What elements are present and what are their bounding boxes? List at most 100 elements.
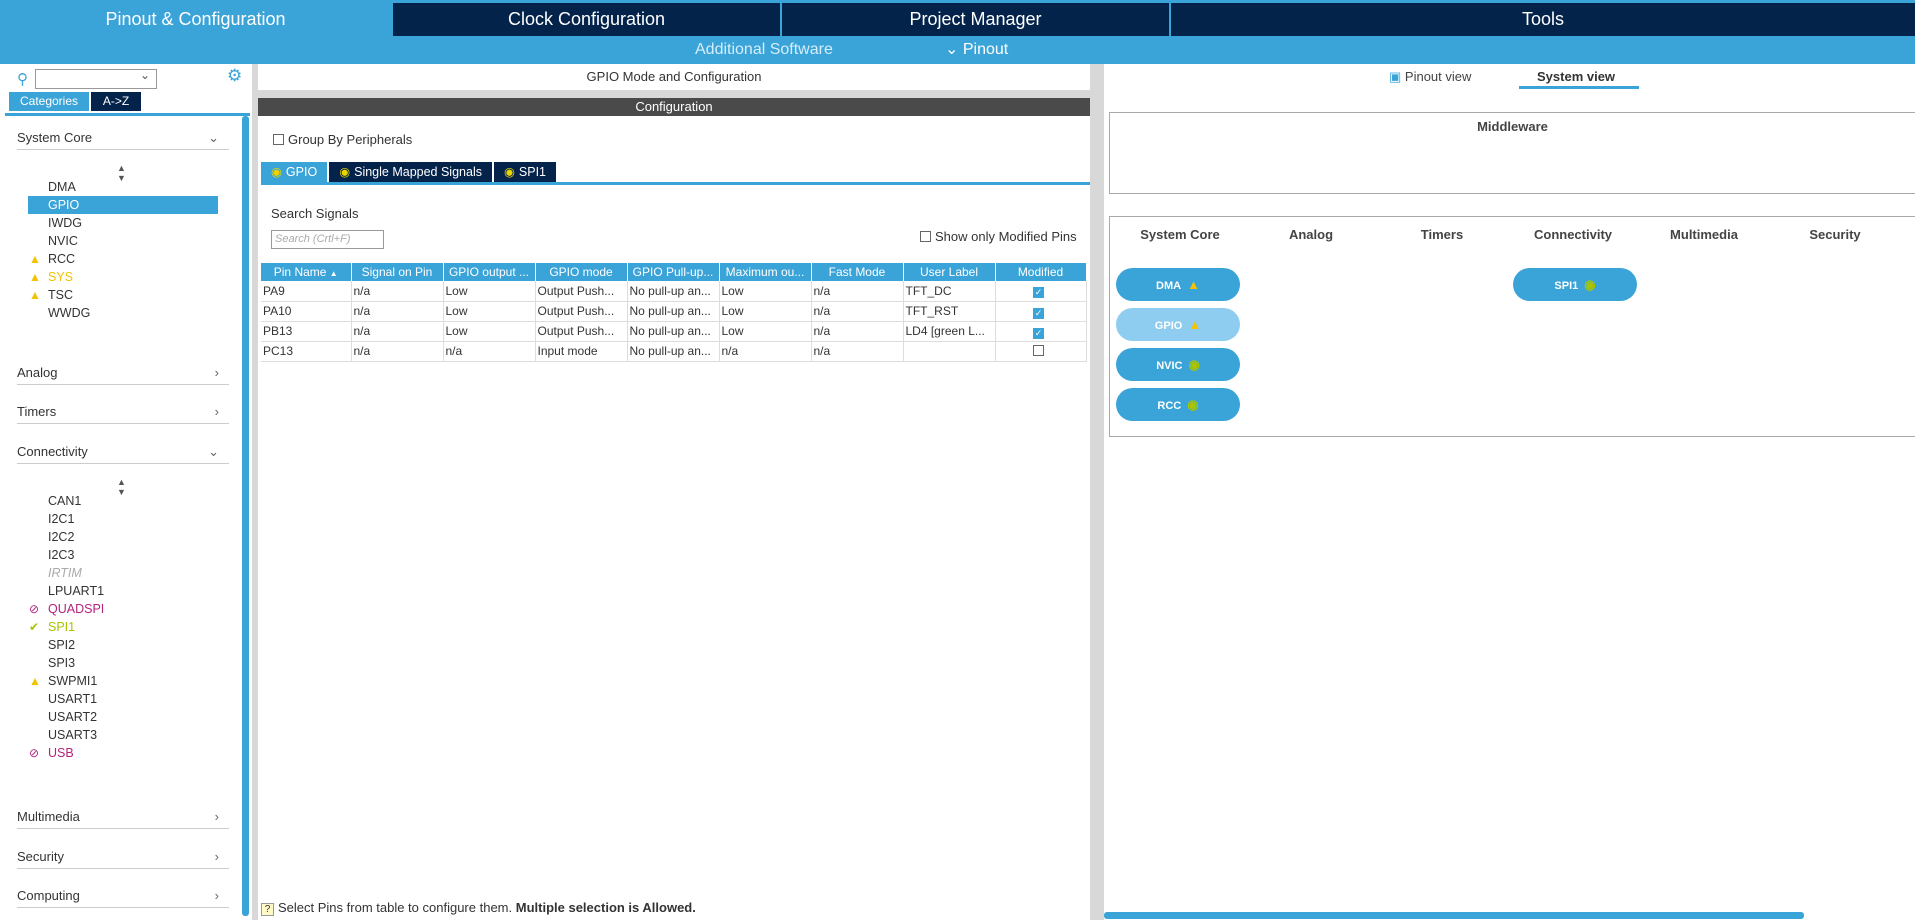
modified-checkbox[interactable] (1033, 345, 1044, 356)
list-item-nvic[interactable]: NVIC (28, 232, 218, 250)
cell: PA10 (261, 301, 352, 322)
tab-tools[interactable]: Tools (1171, 3, 1915, 36)
additional-software-link[interactable]: Additional Software (695, 36, 833, 64)
cell: Output Push... (535, 321, 628, 342)
modified-checkbox[interactable]: ✓ (1033, 327, 1044, 339)
a-z-button[interactable]: A->Z (91, 92, 141, 111)
modified-cell: ✓ (995, 321, 1087, 342)
warning-icon: ▲ (29, 270, 41, 284)
dma-button[interactable]: DMA ▲ (1116, 268, 1240, 301)
splitter-left[interactable] (252, 64, 258, 920)
checkbox-label: Show only Modified Pins (935, 229, 1077, 244)
column-header-pull[interactable]: GPIO Pull-up... (627, 263, 720, 281)
list-item-spi3[interactable]: SPI3 (28, 654, 218, 672)
list-item-swpmi1[interactable]: ▲ SWPMI1 (28, 672, 218, 690)
list-item-quadspi[interactable]: ⊘ QUADSPI (28, 600, 218, 618)
chevron-right-icon: › (214, 365, 219, 380)
list-item-i2c3[interactable]: I2C3 (28, 546, 218, 564)
splitter-right[interactable] (1090, 64, 1104, 920)
hint-text: Select Pins from table to configure them… (278, 900, 513, 915)
warning-icon: ▲ (29, 674, 41, 688)
list-item-spi2[interactable]: SPI2 (28, 636, 218, 654)
list-item-wwdg[interactable]: WWDG (28, 304, 218, 322)
list-item-dma[interactable]: DMA (28, 178, 218, 196)
disabled-icon: ⊘ (29, 746, 40, 760)
list-item-rcc[interactable]: ▲ RCC (28, 250, 218, 268)
column-header-modified[interactable]: Modified (995, 263, 1087, 281)
table-row[interactable]: PC13 n/a n/a Input mode No pull-up an... n/a n… (261, 341, 1087, 362)
cell: n/a (351, 341, 444, 362)
tab-gpio[interactable]: ◉ GPIO (261, 162, 328, 182)
category-search-combo[interactable]: ⌄ (35, 68, 157, 89)
show-only-modified-checkbox[interactable]: Show only Modified Pins (920, 229, 1077, 244)
category-connectivity[interactable]: Connectivity ⌄ (17, 440, 229, 464)
column-header-pin-name[interactable]: Pin Name ▲ (261, 263, 352, 281)
list-item-usb[interactable]: ⊘ USB (28, 744, 218, 762)
list-item-usart1[interactable]: USART1 (28, 690, 218, 708)
modified-checkbox[interactable]: ✓ (1033, 307, 1044, 319)
cell: Input mode (535, 341, 628, 362)
column-header-signal[interactable]: Signal on Pin (351, 263, 444, 281)
category-system-core[interactable]: System Core ⌄ (17, 126, 229, 150)
list-item-gpio[interactable]: GPIO (28, 196, 218, 214)
category-label: Timers (17, 404, 57, 419)
cell: No pull-up an... (627, 321, 720, 342)
tab-clock-configuration[interactable]: Clock Configuration (393, 3, 782, 36)
chevron-down-icon: ⌄ (139, 68, 150, 82)
category-computing[interactable]: Computing › (17, 884, 229, 908)
tab-pinout-configuration[interactable]: Pinout & Configuration (0, 3, 393, 36)
tab-single-mapped-signals[interactable]: ◉ Single Mapped Signals (329, 162, 492, 182)
warning-icon: ▲ (29, 288, 41, 302)
gear-icon[interactable]: ⚙ (227, 66, 242, 86)
pinout-view-tab[interactable]: ▣ Pinout view (1389, 69, 1509, 85)
check-circle-icon: ◉ (503, 165, 515, 179)
list-item-spi1[interactable]: ✔ SPI1 (28, 618, 218, 636)
column-header-output-level[interactable]: GPIO output ... (443, 263, 536, 281)
column-header-fast-mode[interactable]: Fast Mode (811, 263, 904, 281)
category-label: Analog (17, 365, 58, 380)
tab-project-manager[interactable]: Project Manager (782, 3, 1171, 36)
cell: n/a (351, 321, 444, 342)
list-item-lpuart1[interactable]: LPUART1 (28, 582, 218, 600)
column-header-user-label[interactable]: User Label (903, 263, 996, 281)
search-signals-label: Search Signals (271, 206, 359, 221)
list-item-usart3[interactable]: USART3 (28, 726, 218, 744)
column-header-gpio-mode[interactable]: GPIO mode (535, 263, 628, 281)
gpio-button[interactable]: GPIO ▲ (1116, 308, 1240, 341)
category-security[interactable]: Security › (17, 845, 229, 869)
checkbox-box (273, 134, 284, 145)
list-item-tsc[interactable]: ▲ TSC (28, 286, 218, 304)
cell: n/a (811, 281, 904, 302)
list-item-i2c1[interactable]: I2C1 (28, 510, 218, 528)
category-multimedia[interactable]: Multimedia › (17, 805, 229, 829)
categories-button[interactable]: Categories (9, 92, 89, 111)
category-timers[interactable]: Timers › (17, 400, 229, 424)
list-item-irtim[interactable]: IRTIM (28, 564, 218, 582)
tab-spi1[interactable]: ◉ SPI1 (493, 162, 557, 182)
list-item-sys[interactable]: ▲ SYS (28, 268, 218, 286)
cell: No pull-up an... (627, 281, 720, 302)
pinout-menu[interactable]: ⌄ Pinout (945, 36, 1008, 64)
vertical-scrollbar[interactable] (242, 116, 249, 916)
column-header-max-speed[interactable]: Maximum ou... (719, 263, 812, 281)
table-row[interactable]: PA9 n/a Low Output Push... No pull-up an... L… (261, 281, 1087, 302)
spi1-button[interactable]: SPI1 ◉ (1513, 268, 1637, 301)
list-item-iwdg[interactable]: IWDG (28, 214, 218, 232)
search-signals-input[interactable]: Search (Crtl+F) (271, 230, 384, 249)
check-circle-icon: ◉ (339, 165, 351, 179)
middleware-section: Middleware (1109, 112, 1915, 194)
rcc-button[interactable]: RCC ◉ (1116, 388, 1240, 421)
horizontal-scrollbar[interactable] (1104, 912, 1804, 919)
category-analog[interactable]: Analog › (17, 361, 229, 385)
list-item-can1[interactable]: CAN1 (28, 492, 218, 510)
table-row[interactable]: PB13 n/a Low Output Push... No pull-up an...… (261, 321, 1087, 342)
list-item-i2c2[interactable]: I2C2 (28, 528, 218, 546)
list-item-usart2[interactable]: USART2 (28, 708, 218, 726)
modified-checkbox[interactable]: ✓ (1033, 287, 1044, 299)
nvic-button[interactable]: NVIC ◉ (1116, 348, 1240, 381)
panel-divider (5, 113, 250, 116)
table-row[interactable]: PA10 n/a Low Output Push... No pull-up an...… (261, 301, 1087, 322)
system-view-tab[interactable]: System view (1519, 69, 1639, 89)
check-circle-icon: ◉ (1187, 397, 1199, 412)
group-by-peripherals-checkbox[interactable]: Group By Peripherals (273, 132, 412, 147)
